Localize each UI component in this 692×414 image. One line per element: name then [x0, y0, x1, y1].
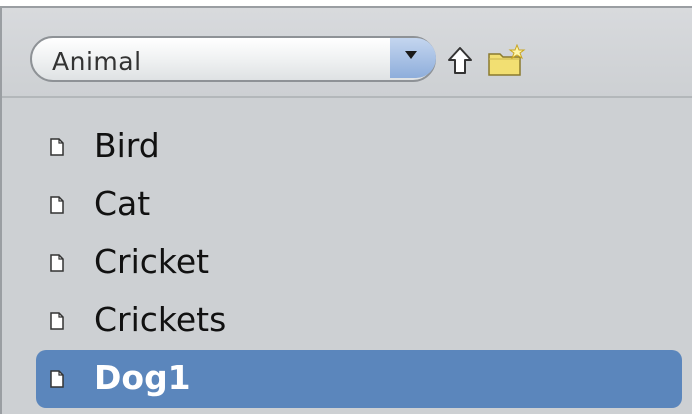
document-icon: [50, 254, 64, 272]
list-item-label: Crickets: [94, 300, 227, 339]
list-item-label: Cat: [94, 184, 151, 223]
document-icon: [50, 196, 64, 214]
new-folder-icon: [488, 43, 526, 76]
toolbar: Animal: [2, 8, 692, 98]
file-browser-window: Animal Bird Cat Cricket Crickets Dog1: [0, 0, 692, 414]
list-item-label: Dog1: [94, 358, 191, 397]
list-item-label: Bird: [94, 126, 160, 165]
path-dropdown[interactable]: Animal: [30, 36, 436, 82]
dropdown-arrow-button[interactable]: [390, 38, 436, 78]
list-item[interactable]: Cricket: [36, 234, 682, 292]
file-browser-panel: Animal Bird Cat Cricket Crickets Dog1: [0, 6, 692, 414]
list-item[interactable]: Crickets: [36, 292, 682, 350]
list-item[interactable]: Bird: [36, 118, 682, 176]
document-icon: [50, 312, 64, 330]
new-folder-button[interactable]: [486, 43, 526, 78]
up-folder-button[interactable]: [446, 46, 474, 76]
document-icon: [50, 370, 64, 388]
path-dropdown-value: Animal: [52, 47, 142, 76]
file-list: Bird Cat Cricket Crickets Dog1: [36, 118, 682, 408]
list-item[interactable]: Cat: [36, 176, 682, 234]
chevron-down-icon: [405, 51, 417, 59]
document-icon: [50, 138, 64, 156]
list-item-label: Cricket: [94, 242, 210, 281]
up-arrow-icon: [448, 47, 472, 74]
list-item-selected[interactable]: Dog1: [36, 350, 682, 408]
